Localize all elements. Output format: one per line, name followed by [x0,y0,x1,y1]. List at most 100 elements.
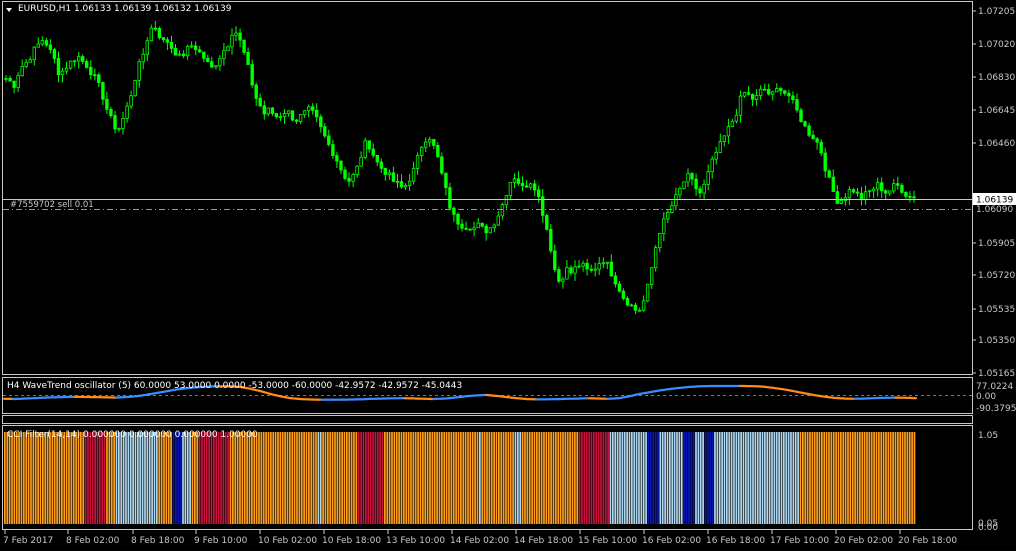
cci-bar [604,432,607,524]
cci-bar [255,432,258,524]
cci-bar [315,432,317,524]
candle-body [169,41,174,49]
cci-bar [661,432,664,524]
cci-bar [113,432,115,524]
cci-bar [612,432,614,524]
candle-body [746,92,751,95]
cci-bar [699,432,702,524]
candle-body [512,178,517,183]
candle-body [387,172,392,175]
cci-bar [291,432,294,524]
candle-body [456,213,460,225]
cci-bar [281,432,284,524]
candle-body [524,185,529,188]
cci-bar [562,432,564,524]
cci-bar [479,432,481,524]
candle-body [581,262,585,267]
cci-bar [386,432,389,524]
cci-bar [785,432,788,524]
candle-body [738,95,743,116]
cci-bar [714,432,716,524]
candle-body [270,107,275,114]
cci-bar [267,432,270,524]
chart-canvas[interactable]: 1.072051.070201.068301.066451.064601.059… [0,0,1016,551]
candle-body [799,109,803,123]
triangle-down-icon[interactable] [6,8,12,12]
cci-bar [654,432,657,524]
cci-bar [182,432,184,524]
candle-body [294,119,299,122]
cci-bar [481,432,484,524]
cci-bar [787,432,790,524]
cci-bar [859,432,861,524]
cci-bar [300,432,303,524]
candle-body [359,156,363,167]
order-label: #7559702 sell 0.01 [10,200,94,210]
cci-bar [431,432,434,524]
time-axis-label: 14 Feb 18:00 [514,536,573,546]
cci-bar [904,432,906,524]
cci-bar [794,432,797,524]
candle-body [234,32,238,36]
candle-body [278,116,283,118]
cci-title: CCI Filter(14,14) 0.000000 0.000000 0.00… [7,430,258,440]
candle-body [900,184,904,193]
cci-bar [179,432,182,524]
candle-body [185,46,190,57]
candle-body [734,114,739,122]
cci-bar [58,432,61,524]
cci-bar [189,432,191,524]
candle-body [444,172,448,189]
candle-body [286,110,291,115]
candle-body [375,154,379,163]
cci-bar [861,432,864,524]
candle-body [395,180,400,183]
cci-bar [106,432,108,524]
candle-body [613,275,618,285]
cci-bar [576,432,579,524]
candle-body [64,67,69,72]
candle-body [577,265,581,268]
cci-bar [11,432,13,524]
candle-body [888,190,892,194]
candle-body [791,95,795,101]
cci-bar [878,432,880,524]
candle-body [472,227,476,230]
cci-bar [139,432,142,524]
cci-bar [398,432,400,524]
cci-bar [526,432,529,524]
cci-bar [521,432,524,524]
cci-bar [842,432,845,524]
cci-bar [533,432,536,524]
candle-body [161,37,166,41]
cci-bar [414,432,417,524]
cci-bar [334,432,336,524]
cci-bar [324,432,327,524]
cci-bar [224,432,227,524]
candle-body [266,107,270,115]
cci-bar [452,432,455,524]
cci-bar [759,432,761,524]
cci-bar [208,432,210,524]
cci-bar [657,432,659,524]
price-axis-label: 1.05720 [978,271,1015,281]
cci-bar [811,432,814,524]
cci-bar [737,432,740,524]
cci-bar [279,432,282,524]
cci-bar [25,432,28,524]
candle-body [113,115,117,130]
candle-body [125,105,129,119]
candle-body [56,58,61,76]
candle-body [85,61,89,68]
price-axis-label: 1.06830 [978,73,1015,83]
candle-body [423,141,428,148]
cci-bar [217,432,220,524]
cci-bar [832,432,835,524]
candle-body [912,196,916,199]
candle-body [508,182,513,197]
candle-body [847,189,852,199]
cci-bar [754,432,757,524]
candle-body [206,57,210,63]
candle-body [20,66,24,77]
cci-bar [407,432,410,524]
